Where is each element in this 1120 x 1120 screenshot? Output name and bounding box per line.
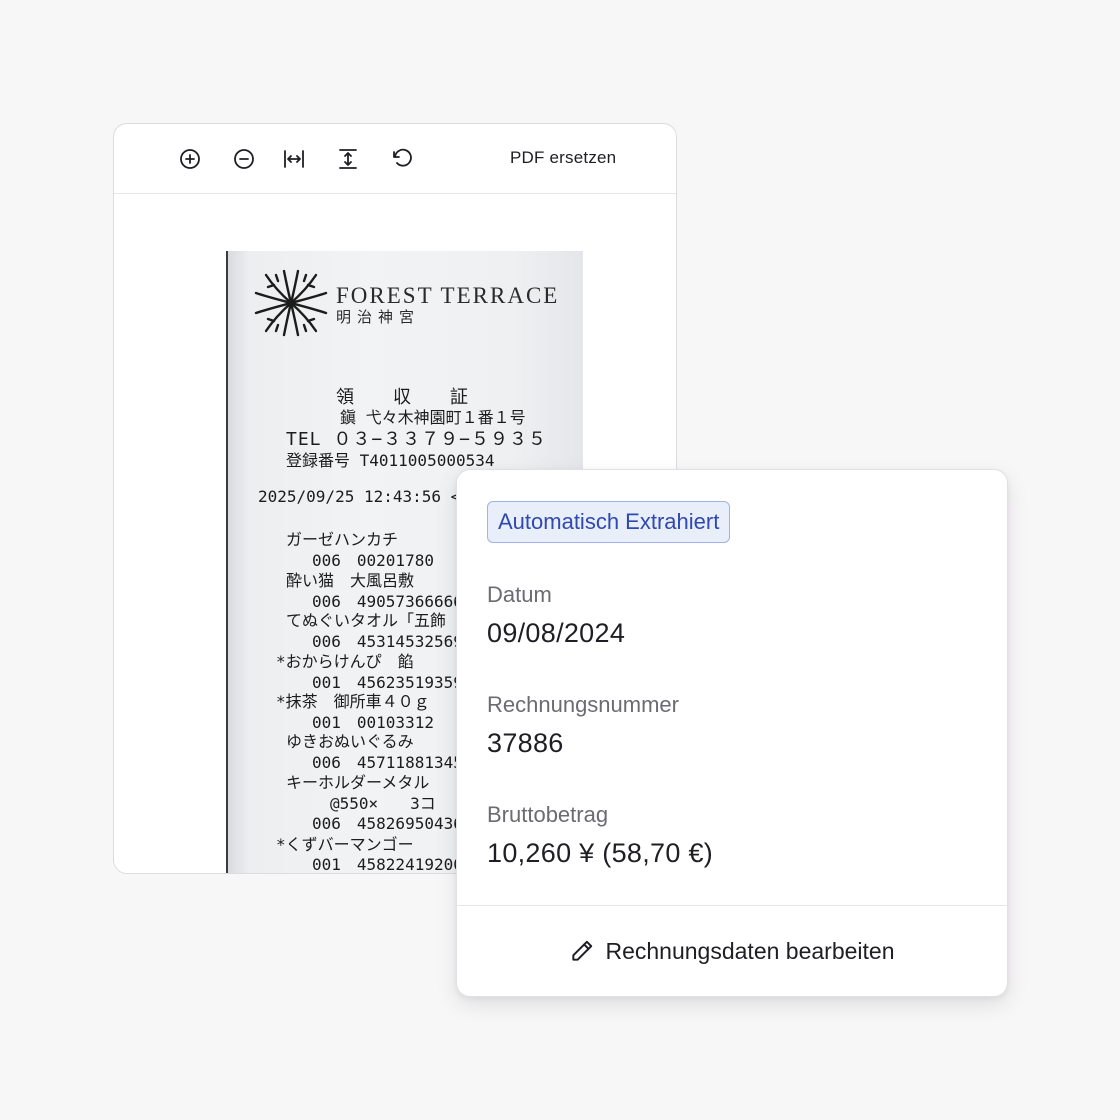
receipt-line: 001 45822419200 [312,855,463,874]
receipt-line: 2025/09/25 12:43:56 <2 [258,487,470,506]
fit-width-button[interactable] [281,146,307,172]
receipt-line: 登録番号 T4011005000534 [286,451,495,470]
fit-height-button[interactable] [335,146,361,172]
invoice-number-value: 37886 [487,728,564,758]
rotate-ccw-icon [393,148,412,167]
extracted-data-card: Automatisch Extrahiert Datum 09/08/2024 … [456,469,1008,997]
zoom-in-button[interactable] [177,146,203,172]
fit-width-icon [284,150,304,168]
viewer-toolbar: PDF ersetzen [114,124,676,194]
minus-circle-icon [234,149,254,169]
tree-logo-icon [254,269,328,337]
auto-extracted-badge: Automatisch Extrahiert [487,501,731,543]
replace-pdf-button[interactable]: PDF ersetzen [510,148,616,168]
receipt-brand-subtitle: 明治神宮 [336,308,421,326]
fit-height-icon [339,149,357,169]
edit-invoice-data-label: Rechnungsdaten bearbeiten [605,937,895,964]
date-value: 09/08/2024 [487,618,626,648]
gross-amount-label: Bruttobetrag [487,802,609,827]
rotate-button[interactable] [389,146,415,172]
gross-amount-value: 10,260 ¥ (58,70 €) [487,838,714,868]
invoice-number-label: Rechnungsnummer [487,692,679,717]
plus-circle-icon [180,149,200,169]
date-label: Datum [487,582,552,607]
pencil-icon [572,940,593,961]
zoom-out-button[interactable] [231,146,257,172]
edit-invoice-data-button[interactable]: Rechnungsdaten bearbeiten [457,906,1007,996]
